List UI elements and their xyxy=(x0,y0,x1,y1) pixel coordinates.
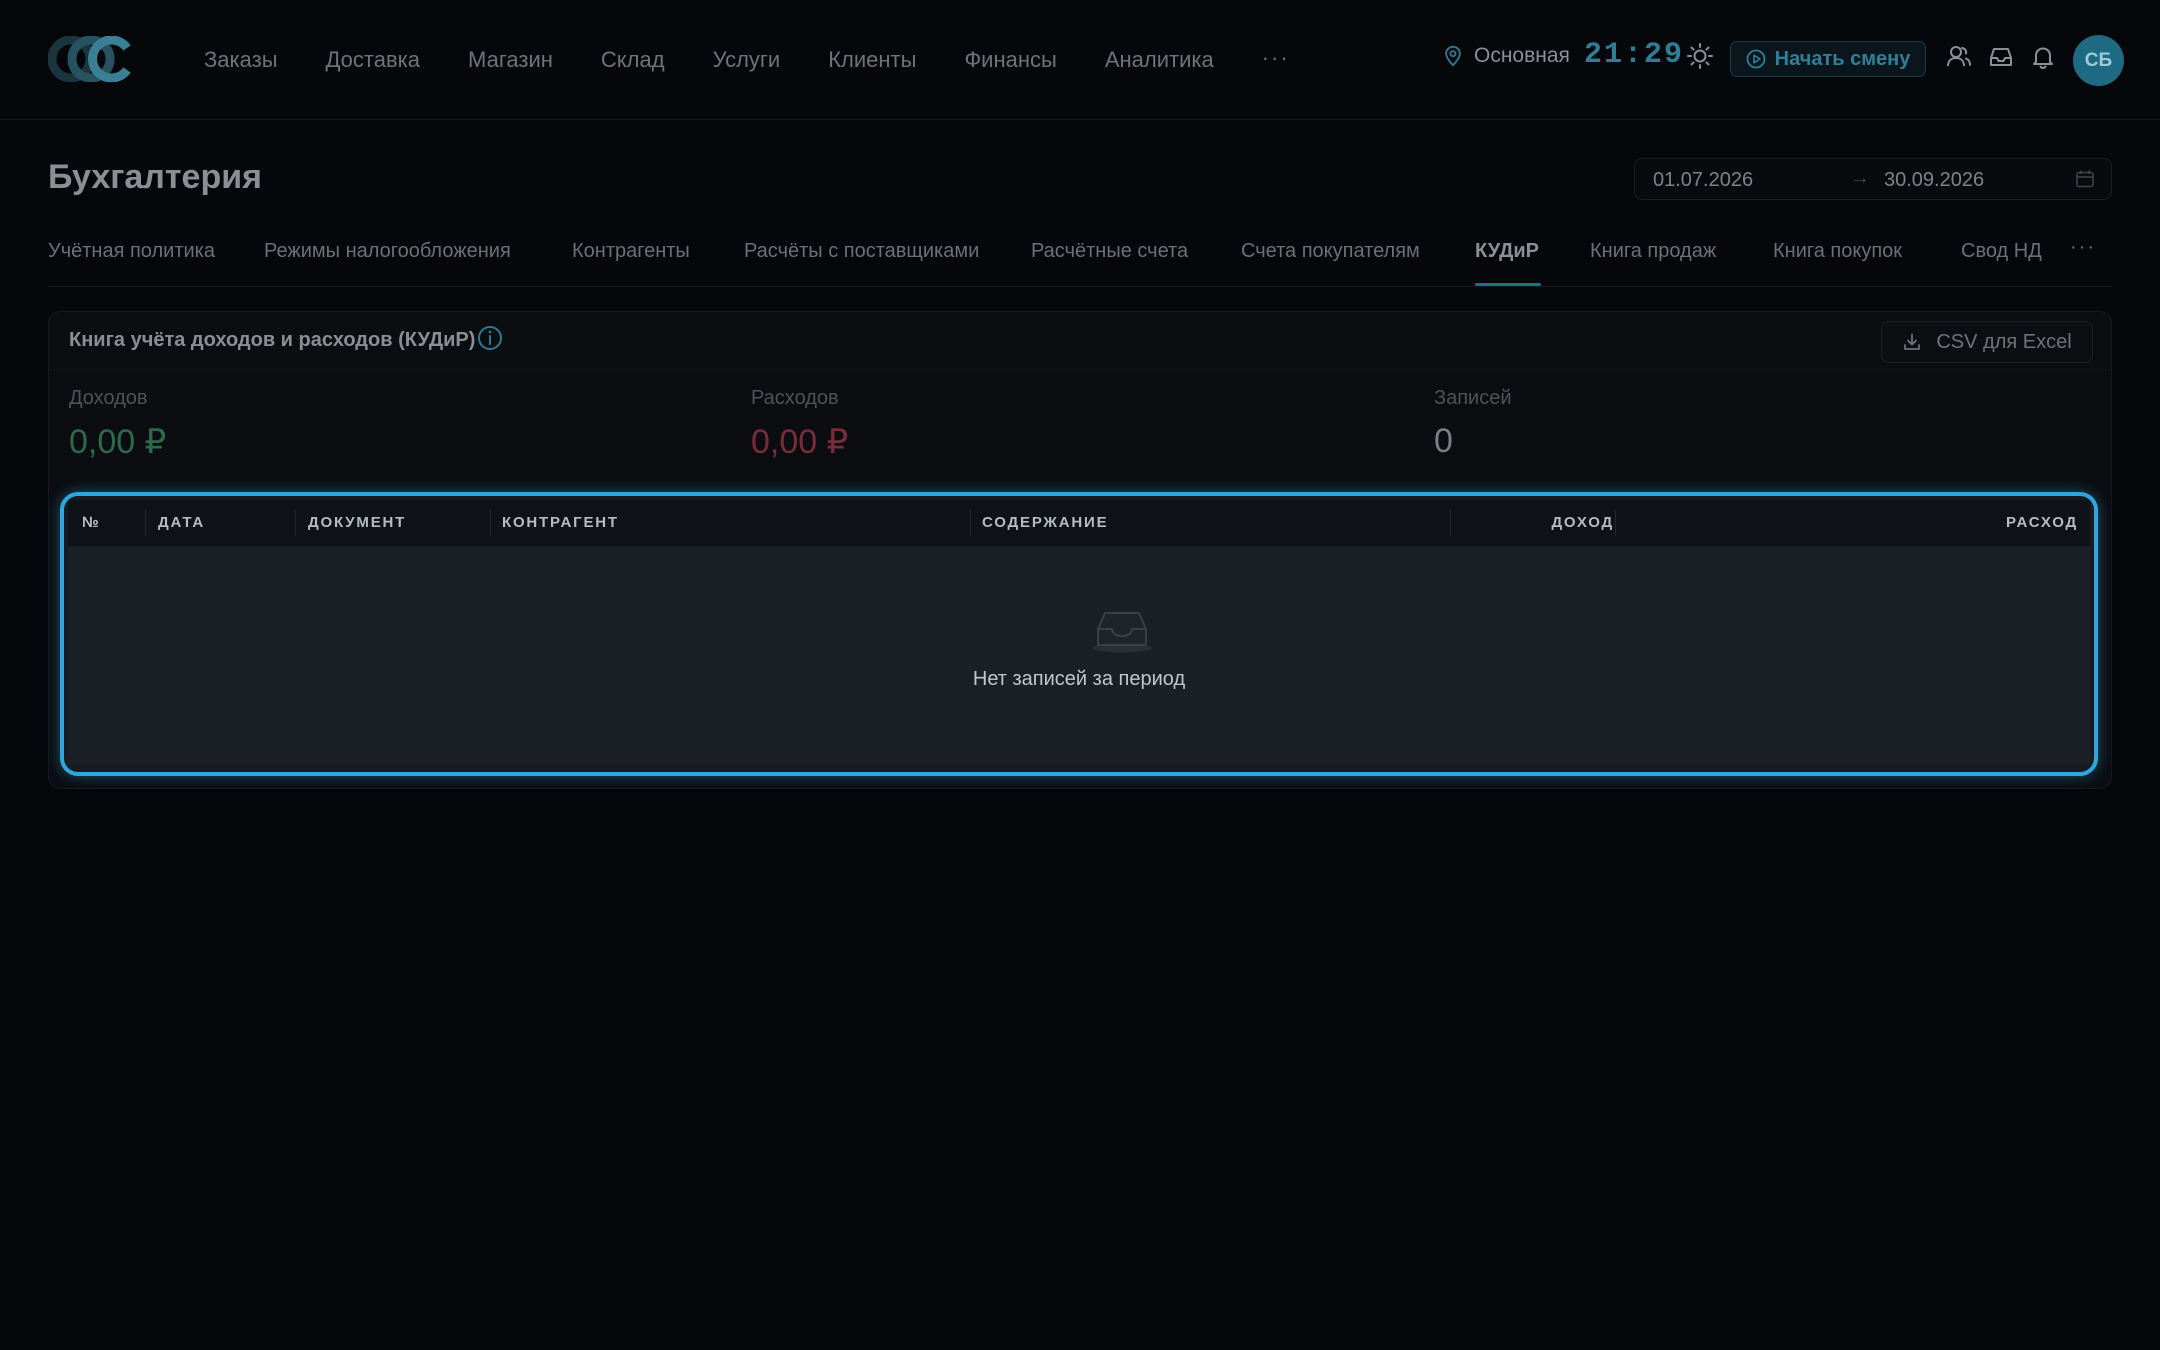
date-from-field[interactable]: 01.07.2026 xyxy=(1653,169,1753,192)
calendar-icon[interactable] xyxy=(2075,169,2095,189)
main-nav: Заказы Доставка Магазин Склад Услуги Кли… xyxy=(204,44,1290,76)
tab-vat-summary[interactable]: Свод НД xyxy=(1961,240,2042,263)
column-divider xyxy=(970,510,971,536)
nav-item-services[interactable]: Услуги xyxy=(713,44,781,76)
play-circle-icon xyxy=(1746,49,1766,69)
empty-tray-icon xyxy=(1092,612,1152,653)
income-stat: Доходов 0,00 ₽ xyxy=(69,387,166,462)
column-date[interactable]: ДАТА xyxy=(158,500,205,546)
expense-value: 0,00 ₽ xyxy=(751,423,849,461)
tab-kudir[interactable]: КУДиР xyxy=(1475,240,1539,263)
branch-selector[interactable]: Основная xyxy=(1442,44,1570,68)
map-pin-icon xyxy=(1445,45,1461,67)
sun-icon[interactable] xyxy=(1686,42,1714,70)
active-tab-indicator xyxy=(1475,283,1541,286)
income-value: 0,00 ₽ xyxy=(69,423,167,461)
date-range-picker[interactable]: 01.07.2026 → 30.09.2026 xyxy=(1634,158,2112,200)
tab-customer-invoices[interactable]: Счета покупателям xyxy=(1241,240,1420,263)
column-divider xyxy=(145,510,146,536)
bell-icon[interactable] xyxy=(2030,44,2056,70)
tab-bank-accounts[interactable]: Расчётные счета xyxy=(1031,240,1188,263)
nav-item-delivery[interactable]: Доставка xyxy=(326,44,420,76)
nav-item-analytics[interactable]: Аналитика xyxy=(1105,44,1214,76)
download-icon xyxy=(1904,333,1921,350)
top-bar: Заказы Доставка Магазин Склад Услуги Кли… xyxy=(0,0,2160,120)
nav-more-button[interactable]: ··· xyxy=(1262,44,1290,76)
panel-title: Книга учёта доходов и расходов (КУДиР) xyxy=(69,329,476,351)
tab-accounting-policy[interactable]: Учётная политика xyxy=(48,240,215,263)
csv-export-label: CSV для Excel xyxy=(1936,330,2072,353)
column-document[interactable]: ДОКУМЕНТ xyxy=(308,500,406,546)
inbox-icon[interactable] xyxy=(1988,44,2014,70)
nav-item-warehouse[interactable]: Склад xyxy=(601,44,665,76)
start-shift-label: Начать смену xyxy=(1774,47,1911,70)
clock: 21:29 xyxy=(1584,38,1685,72)
column-divider xyxy=(1450,510,1451,536)
page-title: Бухгалтерия xyxy=(48,158,262,196)
date-to-field[interactable]: 30.09.2026 xyxy=(1884,169,1984,192)
start-shift-button[interactable]: Начать смену xyxy=(1730,41,1926,77)
users-icon[interactable] xyxy=(1946,44,1972,70)
info-icon[interactable] xyxy=(476,324,504,352)
column-divider xyxy=(295,510,296,536)
table-header: № ДАТА ДОКУМЕНТ КОНТРАГЕНТ СОДЕРЖАНИЕ ДО… xyxy=(68,500,2090,547)
tab-purchase-book[interactable]: Книга покупок xyxy=(1773,240,1902,263)
income-label: Доходов xyxy=(69,387,148,409)
panel-header: Книга учёта доходов и расходов (КУДиР) C… xyxy=(49,312,2111,370)
app-logo[interactable] xyxy=(48,36,134,82)
column-expense[interactable]: РАСХОД xyxy=(2006,500,2078,546)
tabs-more-button[interactable]: ··· xyxy=(2070,236,2096,259)
nav-item-finance[interactable]: Финансы xyxy=(964,44,1056,76)
csv-export-button[interactable]: CSV для Excel xyxy=(1881,321,2093,363)
records-value: 0 xyxy=(1434,422,1453,460)
nav-item-shop[interactable]: Магазин xyxy=(468,44,553,76)
expense-stat: Расходов 0,00 ₽ xyxy=(751,387,848,462)
column-divider xyxy=(1615,510,1616,536)
records-stat: Записей 0 xyxy=(1434,387,1512,461)
user-avatar[interactable]: СБ xyxy=(2073,35,2124,86)
column-number[interactable]: № xyxy=(82,500,101,546)
nav-item-clients[interactable]: Клиенты xyxy=(828,44,916,76)
date-range-arrow-icon: → xyxy=(1850,167,1870,189)
column-divider xyxy=(490,510,491,536)
column-description[interactable]: СОДЕРЖАНИЕ xyxy=(982,500,1108,546)
expense-label: Расходов xyxy=(751,387,839,409)
tab-counterparties[interactable]: Контрагенты xyxy=(572,240,690,263)
nav-item-orders[interactable]: Заказы xyxy=(204,44,278,76)
table-body: Нет записей за период xyxy=(68,546,2090,764)
accounting-tabs: Учётная политика Режимы налогообложения … xyxy=(48,226,2112,287)
branch-name: Основная xyxy=(1474,44,1570,67)
tab-tax-regimes[interactable]: Режимы налогообложения xyxy=(264,240,511,263)
tab-sales-book[interactable]: Книга продаж xyxy=(1590,240,1716,263)
empty-state-text: Нет записей за период xyxy=(972,668,1186,690)
column-income[interactable]: ДОХОД xyxy=(1551,500,1614,546)
kudir-table: № ДАТА ДОКУМЕНТ КОНТРАГЕНТ СОДЕРЖАНИЕ ДО… xyxy=(60,492,2098,776)
records-label: Записей xyxy=(1434,387,1512,409)
column-counterparty[interactable]: КОНТРАГЕНТ xyxy=(502,500,619,546)
tab-supplier-settlements[interactable]: Расчёты с поставщиками xyxy=(744,240,979,263)
